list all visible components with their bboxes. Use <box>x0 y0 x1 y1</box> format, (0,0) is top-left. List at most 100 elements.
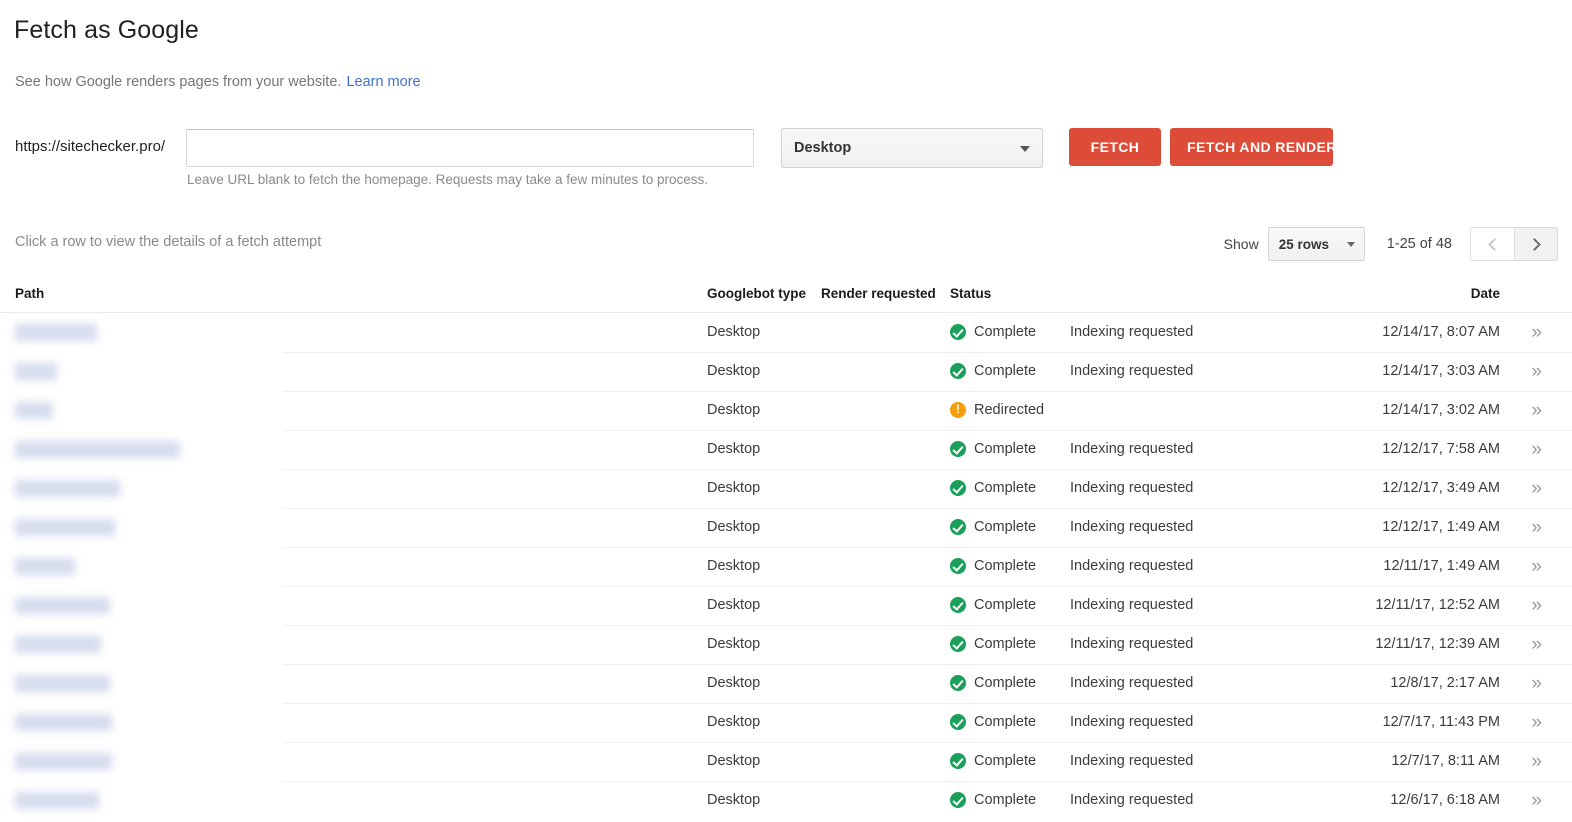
table-row[interactable]: Desktop Complete Indexing requested 12/11/1… <box>0 625 1572 664</box>
double-chevron-right-icon[interactable]: » <box>1531 791 1542 810</box>
chevron-right-icon <box>1528 237 1541 251</box>
rows-per-page-select[interactable]: 25 rows <box>1267 227 1365 261</box>
cell-indexing-status: Indexing requested <box>1070 714 1194 730</box>
cell-status: Complete <box>950 441 1036 457</box>
cell-status: Complete <box>950 558 1036 574</box>
table-row[interactable]: Desktop Complete Indexing requested 12/12/1… <box>0 430 1572 469</box>
cell-googlebot-type: Desktop <box>707 597 761 613</box>
row-divider <box>283 547 1572 548</box>
row-divider <box>283 781 1572 782</box>
row-divider <box>283 586 1572 587</box>
cell-status: Complete <box>950 363 1036 379</box>
double-chevron-right-icon[interactable]: » <box>1531 518 1542 537</box>
table-row[interactable]: Desktop Complete Indexing requested 12/7/17… <box>0 742 1572 781</box>
check-circle-icon <box>950 597 966 613</box>
column-header-status: Status <box>950 286 992 301</box>
url-input[interactable] <box>186 129 754 167</box>
cell-googlebot-type: Desktop <box>707 480 761 496</box>
double-chevron-right-icon[interactable]: » <box>1531 440 1542 459</box>
subtitle-text: See how Google renders pages from your w… <box>15 74 342 90</box>
cell-googlebot-type: Desktop <box>707 792 761 808</box>
table-row[interactable]: Desktop Complete Indexing requested 12/14/1… <box>0 352 1572 391</box>
cell-status: Complete <box>950 753 1036 769</box>
cell-googlebot-type: Desktop <box>707 441 761 457</box>
chevron-down-icon <box>1346 242 1355 247</box>
cell-googlebot-type: Desktop <box>707 363 761 379</box>
cell-path-redacted[interactable] <box>15 402 53 419</box>
cell-indexing-status: Indexing requested <box>1070 636 1194 652</box>
cell-date: 12/11/17, 12:52 AM <box>1375 597 1500 613</box>
table-row[interactable]: Desktop Complete Indexing requested 12/7/17… <box>0 703 1572 742</box>
cell-status: Complete <box>950 714 1036 730</box>
table-row[interactable]: Desktop Complete Indexing requested 12/6/17… <box>0 781 1572 820</box>
table-row[interactable]: Desktop Complete Indexing requested 12/12/1… <box>0 508 1572 547</box>
check-circle-icon <box>950 324 966 340</box>
cell-path-redacted[interactable] <box>15 558 75 575</box>
row-divider <box>283 508 1572 509</box>
cell-indexing-status: Indexing requested <box>1070 675 1194 691</box>
pagination-controls: Show 25 rows 1-25 of 48 <box>1224 226 1558 262</box>
cell-path-redacted[interactable] <box>15 441 180 458</box>
cell-googlebot-type: Desktop <box>707 636 761 652</box>
double-chevron-right-icon[interactable]: » <box>1531 479 1542 498</box>
row-divider <box>283 664 1572 665</box>
check-circle-icon <box>950 714 966 730</box>
fetch-button[interactable]: FETCH <box>1069 128 1161 166</box>
double-chevron-right-icon[interactable]: » <box>1531 557 1542 576</box>
double-chevron-right-icon[interactable]: » <box>1531 635 1542 654</box>
cell-date: 12/12/17, 7:58 AM <box>1382 441 1500 457</box>
check-circle-icon <box>950 675 966 691</box>
table-row[interactable]: Desktop Complete Indexing requested 12/11/1… <box>0 586 1572 625</box>
table-row[interactable]: Desktop Complete Indexing requested 12/14/1… <box>0 313 1572 352</box>
cell-date: 12/6/17, 6:18 AM <box>1390 792 1500 808</box>
previous-page-button[interactable] <box>1470 227 1514 261</box>
cell-googlebot-type: Desktop <box>707 714 761 730</box>
cell-path-redacted[interactable] <box>15 714 112 731</box>
cell-path-redacted[interactable] <box>15 792 99 809</box>
double-chevron-right-icon[interactable]: » <box>1531 362 1542 381</box>
page-title: Fetch as Google <box>14 16 199 44</box>
table-row[interactable]: Desktop Complete Indexing requested 12/12/1… <box>0 469 1572 508</box>
cell-date: 12/7/17, 11:43 PM <box>1382 714 1500 730</box>
learn-more-link[interactable]: Learn more <box>346 74 420 90</box>
table-header-row: Path Googlebot type Render requested Sta… <box>0 278 1572 313</box>
fetch-as-google-page: Fetch as Google See how Google renders p… <box>0 0 1572 822</box>
cell-googlebot-type: Desktop <box>707 675 761 691</box>
double-chevron-right-icon[interactable]: » <box>1531 752 1542 771</box>
fetch-and-render-button[interactable]: FETCH AND RENDER <box>1170 128 1336 166</box>
cell-date: 12/8/17, 2:17 AM <box>1390 675 1500 691</box>
cell-path-redacted[interactable] <box>15 597 110 614</box>
double-chevron-right-icon[interactable]: » <box>1531 713 1542 732</box>
double-chevron-right-icon[interactable]: » <box>1531 674 1542 693</box>
next-page-button[interactable] <box>1514 227 1558 261</box>
double-chevron-right-icon[interactable]: » <box>1531 401 1542 420</box>
double-chevron-right-icon[interactable]: » <box>1531 596 1542 615</box>
cell-path-redacted[interactable] <box>15 675 110 692</box>
table-row[interactable]: Desktop Redirected 12/14/17, 3:02 AM » <box>0 391 1572 430</box>
cell-path-redacted[interactable] <box>15 753 112 770</box>
table-row[interactable]: Desktop Complete Indexing requested 12/11/1… <box>0 547 1572 586</box>
cell-status: Complete <box>950 324 1036 340</box>
cell-path-redacted[interactable] <box>15 519 115 536</box>
status-label: Complete <box>974 558 1037 574</box>
cell-path-redacted[interactable] <box>15 363 57 380</box>
cell-date: 12/12/17, 3:49 AM <box>1382 480 1500 496</box>
cell-path-redacted[interactable] <box>15 324 97 341</box>
cell-googlebot-type: Desktop <box>707 558 761 574</box>
cell-path-redacted[interactable] <box>15 480 120 497</box>
url-hint-text: Leave URL blank to fetch the homepage. R… <box>187 172 709 187</box>
cell-date: 12/14/17, 3:03 AM <box>1382 363 1500 379</box>
cell-path-redacted[interactable] <box>15 636 101 653</box>
url-prefix-label: https://sitechecker.pro/ <box>15 138 166 155</box>
status-label: Complete <box>974 675 1037 691</box>
page-subtitle: See how Google renders pages from your w… <box>15 74 421 90</box>
googlebot-type-select[interactable]: Desktop <box>781 128 1043 168</box>
row-divider <box>283 352 1572 353</box>
table-row[interactable]: Desktop Complete Indexing requested 12/8/17… <box>0 664 1572 703</box>
cell-status: Complete <box>950 597 1036 613</box>
status-label: Complete <box>974 753 1037 769</box>
double-chevron-right-icon[interactable]: » <box>1531 323 1542 342</box>
result-range-label: 1-25 of 48 <box>1386 236 1452 252</box>
cell-indexing-status: Indexing requested <box>1070 792 1194 808</box>
status-label: Complete <box>974 792 1037 808</box>
